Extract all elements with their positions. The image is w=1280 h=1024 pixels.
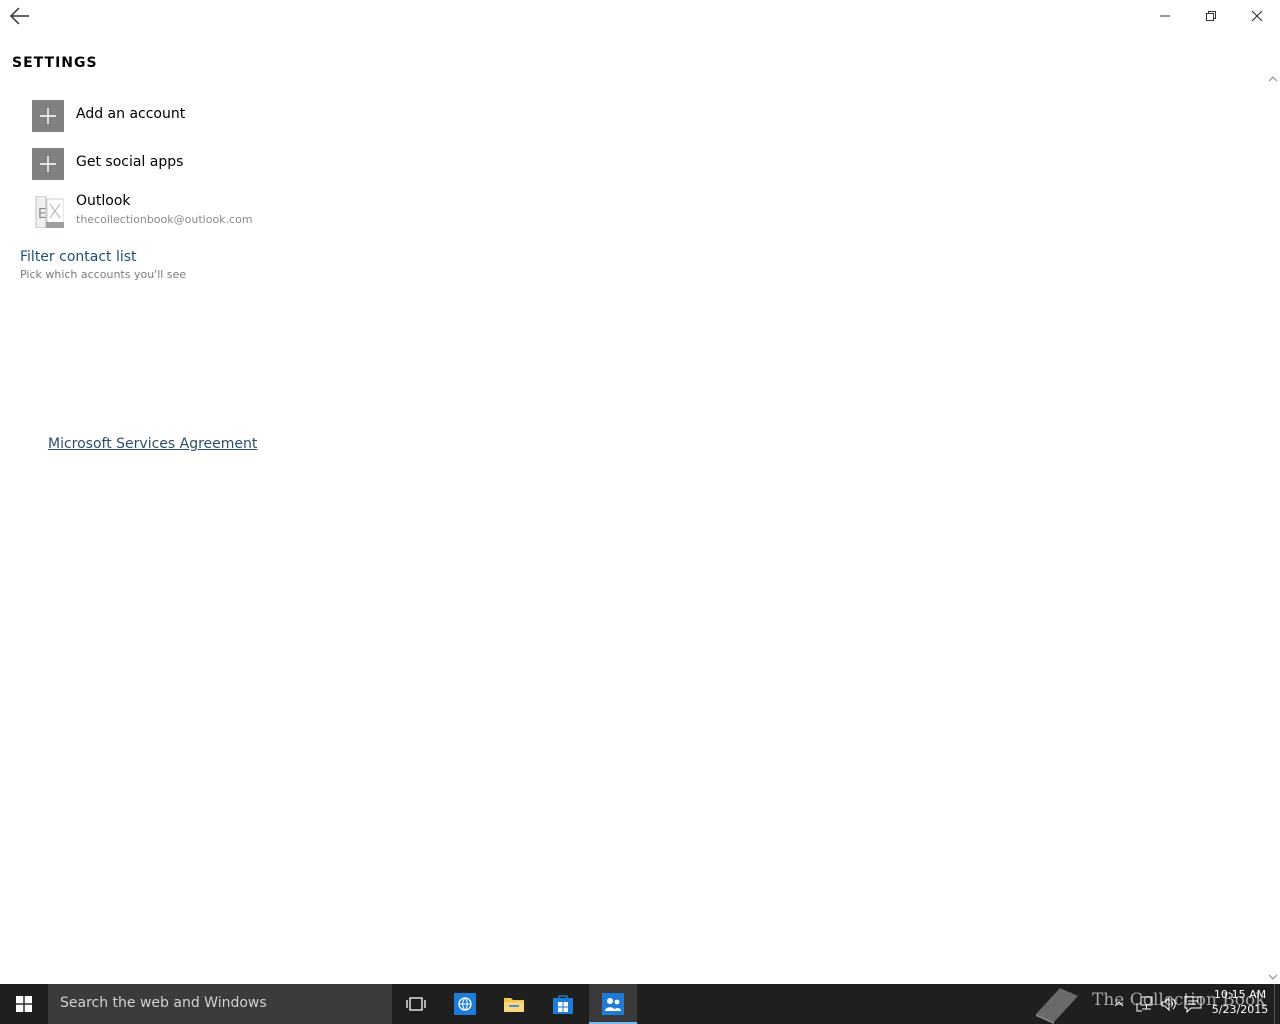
search-input[interactable]: Search the web and Windows: [48, 984, 392, 1024]
edge-browser-icon: [454, 993, 476, 1015]
volume-button[interactable]: [1158, 984, 1180, 1024]
back-arrow-icon: [9, 7, 29, 25]
get-social-apps-label: Get social apps: [76, 154, 184, 170]
restore-button[interactable]: [1188, 0, 1234, 32]
services-agreement-link[interactable]: Microsoft Services Agreement: [48, 436, 257, 452]
windows-logo-icon: [16, 996, 32, 1012]
get-social-apps-tile: [32, 148, 64, 180]
account-name: Outlook: [76, 193, 131, 209]
outlook-account-item[interactable]: E Outlook thecollectionbook@outlook.com: [32, 193, 272, 228]
network-button[interactable]: [1134, 984, 1156, 1024]
show-hidden-icons-button[interactable]: [1112, 984, 1126, 1024]
action-center-icon: [1184, 996, 1202, 1013]
clock-time: 10:15 AM: [1213, 988, 1267, 1001]
store-icon: [553, 995, 573, 1014]
filter-title: Filter contact list: [20, 249, 137, 265]
plus-icon: [40, 108, 56, 124]
people-icon: [602, 993, 624, 1015]
taskbar: Search the web and Windows The Collectio…: [0, 984, 1280, 1024]
svg-text:E: E: [38, 207, 46, 222]
plus-icon: [40, 156, 56, 172]
network-icon: [1136, 996, 1153, 1012]
title-bar: [0, 0, 1280, 32]
minimize-button[interactable]: [1142, 0, 1188, 32]
filter-contact-list-button[interactable]: Filter contact list Pick which accounts …: [20, 249, 186, 281]
close-button[interactable]: [1234, 0, 1280, 32]
filter-subtitle: Pick which accounts you'll see: [20, 268, 187, 281]
restore-icon: [1206, 11, 1216, 21]
page-title: SETTINGS: [12, 55, 98, 71]
task-view-button[interactable]: [392, 984, 440, 1024]
volume-icon: [1161, 996, 1176, 1012]
exchange-icon: E: [35, 196, 64, 228]
close-icon: [1251, 10, 1263, 22]
scroll-down-icon[interactable]: [1268, 972, 1278, 982]
start-button[interactable]: [0, 984, 48, 1024]
account-email: thecollectionbook@outlook.com: [76, 213, 253, 226]
task-view-icon: [406, 997, 426, 1011]
search-placeholder: Search the web and Windows: [60, 995, 267, 1011]
store-button[interactable]: [539, 984, 587, 1024]
chevron-up-icon: [1114, 1001, 1124, 1007]
file-explorer-button[interactable]: [490, 984, 538, 1024]
edge-browser-button[interactable]: [441, 984, 489, 1024]
add-account-tile: [32, 100, 64, 132]
people-app-button[interactable]: [589, 984, 637, 1024]
action-center-button[interactable]: [1182, 984, 1204, 1024]
back-button[interactable]: [8, 4, 36, 28]
clock[interactable]: 10:15 AM 5/23/2015: [1210, 988, 1270, 1016]
book-icon: [1036, 988, 1078, 1024]
add-account-label: Add an account: [76, 106, 186, 122]
minimize-icon: [1160, 15, 1170, 17]
file-explorer-icon: [504, 998, 524, 1012]
clock-date: 5/23/2015: [1211, 1003, 1269, 1016]
scroll-up-icon[interactable]: [1268, 74, 1278, 84]
show-desktop-button[interactable]: [1274, 984, 1280, 1024]
